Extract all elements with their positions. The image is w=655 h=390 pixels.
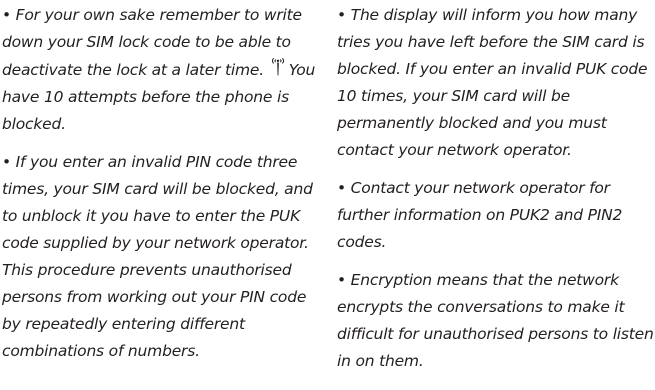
sim-lock-note-text: • For your own sake remember to write do… (2, 6, 302, 79)
left-column: • For your own sake remember to write do… (2, 2, 320, 376)
encryption-note: • Encryption means that the network encr… (337, 271, 654, 370)
manual-page: • For your own sake remember to write do… (0, 0, 655, 390)
pin-block-note: • If you enter an invalid PIN code three… (2, 153, 313, 360)
puk2-pin2-note: • Contact your network operator for furt… (337, 179, 623, 251)
antenna-icon (270, 56, 286, 76)
right-column: • The display will inform you how many t… (337, 2, 655, 386)
sim-lock-note: • For your own sake remember to write do… (2, 2, 320, 138)
puk-tries-note: • The display will inform you how many t… (337, 6, 648, 159)
